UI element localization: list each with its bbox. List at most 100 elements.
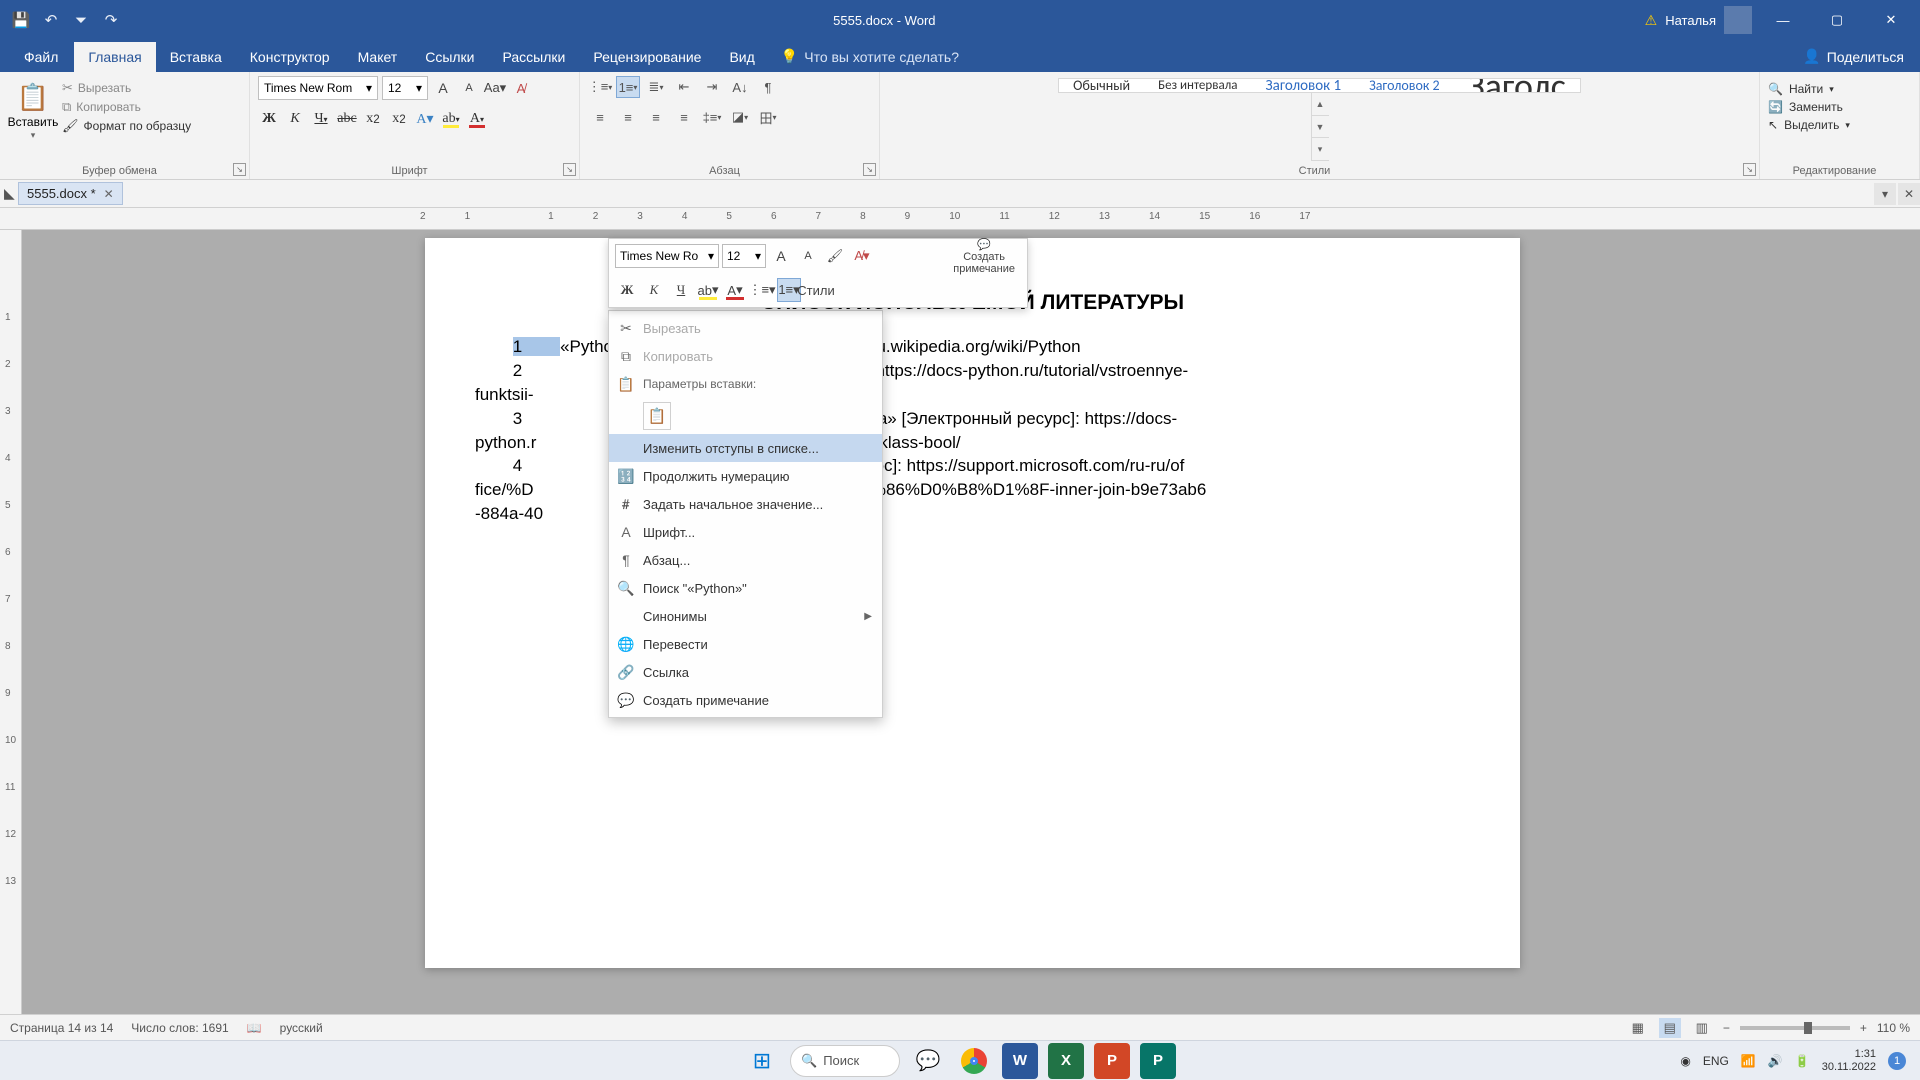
- sort-button[interactable]: A↓: [728, 76, 752, 98]
- styles-dialog-launcher[interactable]: ↘: [1743, 163, 1756, 176]
- bold-button[interactable]: Ж: [258, 108, 280, 130]
- view-web-layout[interactable]: ▥: [1691, 1018, 1713, 1038]
- mini-italic[interactable]: К: [642, 278, 666, 302]
- align-right-button[interactable]: ≡: [644, 106, 668, 128]
- copy-button[interactable]: ⧉Копировать: [62, 99, 191, 115]
- mini-clear-format[interactable]: A̸▾: [850, 244, 874, 268]
- taskbar-powerpoint[interactable]: P: [1094, 1043, 1130, 1079]
- highlight-button[interactable]: ab▾: [440, 108, 462, 130]
- cm-search[interactable]: 🔍Поиск "«Python»": [609, 574, 882, 602]
- cm-font[interactable]: AШрифт...: [609, 518, 882, 546]
- decrease-indent-button[interactable]: ⇤: [672, 76, 696, 98]
- style-heading1[interactable]: Заголовок 1: [1252, 79, 1356, 92]
- mini-format-painter[interactable]: 🖌: [823, 244, 847, 268]
- styles-gallery[interactable]: Обычный Без интервала Заголовок 1 Заголо…: [1058, 78, 1581, 93]
- mini-bullets[interactable]: ⋮≡▾: [750, 278, 774, 302]
- taskbar-search[interactable]: 🔍Поиск: [790, 1045, 900, 1077]
- styles-expand[interactable]: ▾: [1312, 138, 1329, 161]
- tabs-dropdown[interactable]: ▾: [1874, 183, 1896, 205]
- style-title[interactable]: Заголс: [1454, 79, 1580, 92]
- tab-home[interactable]: Главная: [74, 42, 155, 72]
- cut-button[interactable]: ✂Вырезать: [62, 80, 191, 96]
- status-page[interactable]: Страница 14 из 14: [10, 1021, 113, 1035]
- tabs-close[interactable]: ✕: [1898, 183, 1920, 205]
- italic-button[interactable]: К: [284, 108, 306, 130]
- paste-keep-formatting[interactable]: 📋: [643, 402, 671, 430]
- taskbar-excel[interactable]: X: [1048, 1043, 1084, 1079]
- status-language[interactable]: русский: [280, 1021, 323, 1035]
- styles-scroll-down[interactable]: ▼: [1312, 116, 1329, 139]
- zoom-in[interactable]: +: [1860, 1021, 1867, 1035]
- select-button[interactable]: ↖Выделить ▾: [1768, 118, 1911, 132]
- style-normal[interactable]: Обычный: [1059, 79, 1144, 92]
- paste-button[interactable]: 📋 Вставить ▾: [8, 76, 58, 141]
- mini-font-size[interactable]: 12▾: [722, 244, 766, 268]
- mini-highlight[interactable]: ab▾: [696, 278, 720, 302]
- user-name[interactable]: Наталья: [1665, 13, 1716, 28]
- numbering-button[interactable]: 1≡▾: [616, 76, 640, 98]
- close-button[interactable]: ✕: [1868, 0, 1914, 40]
- font-name-input[interactable]: Times New Rom▾: [258, 76, 378, 100]
- clipboard-dialog-launcher[interactable]: ↘: [233, 163, 246, 176]
- view-print-layout[interactable]: ▤: [1659, 1018, 1681, 1038]
- cm-new-comment[interactable]: 💬Создать примечание: [609, 686, 882, 714]
- tab-view[interactable]: Вид: [715, 42, 768, 72]
- styles-scroll-up[interactable]: ▲: [1312, 93, 1329, 116]
- mini-styles[interactable]: Стили: [804, 278, 828, 302]
- tray-wifi-icon[interactable]: 📶: [1741, 1054, 1756, 1068]
- paragraph-dialog-launcher[interactable]: ↘: [863, 163, 876, 176]
- warning-icon[interactable]: ⚠: [1645, 12, 1658, 29]
- underline-button[interactable]: Ч▾: [310, 108, 332, 130]
- mini-shrink-font[interactable]: A: [796, 244, 820, 268]
- document-tab-close[interactable]: ✕: [104, 187, 114, 201]
- mini-underline[interactable]: Ч: [669, 278, 693, 302]
- save-icon[interactable]: 💾: [8, 7, 34, 33]
- taskbar-chrome[interactable]: [956, 1043, 992, 1079]
- cm-synonyms[interactable]: Синонимы▶: [609, 602, 882, 630]
- start-button[interactable]: ⊞: [744, 1043, 780, 1079]
- font-dialog-launcher[interactable]: ↘: [563, 163, 576, 176]
- mini-new-comment[interactable]: 💬 Создать примечание: [947, 236, 1021, 277]
- undo-icon[interactable]: ↶: [38, 7, 64, 33]
- find-button[interactable]: 🔍Найти ▾: [1768, 82, 1911, 96]
- change-case-button[interactable]: Aa▾: [484, 77, 506, 99]
- justify-button[interactable]: ≡: [672, 106, 696, 128]
- tray-clock[interactable]: 1:31 30.11.2022: [1822, 1048, 1876, 1072]
- line-spacing-button[interactable]: ‡≡▾: [700, 106, 724, 128]
- tell-me-search[interactable]: 💡 Что вы хотите сделать?: [769, 41, 971, 72]
- borders-button[interactable]: 田▾: [756, 106, 780, 128]
- tab-design[interactable]: Конструктор: [236, 42, 344, 72]
- paste-dropdown-icon[interactable]: ▾: [31, 130, 36, 141]
- text-effects-button[interactable]: A▾: [414, 108, 436, 130]
- format-painter-button[interactable]: 🖌Формат по образцу: [62, 118, 191, 134]
- status-proofing-icon[interactable]: 📖: [247, 1021, 262, 1035]
- tab-references[interactable]: Ссылки: [411, 42, 488, 72]
- horizontal-ruler[interactable]: 211234567891011121314151617: [0, 208, 1920, 230]
- cm-adjust-list-indents[interactable]: Изменить отступы в списке...: [609, 434, 882, 462]
- cm-translate[interactable]: 🌐Перевести: [609, 630, 882, 658]
- replace-button[interactable]: 🔄Заменить: [1768, 100, 1911, 114]
- shrink-font-button[interactable]: A: [458, 77, 480, 99]
- bullets-button[interactable]: ⋮≡▾: [588, 76, 612, 98]
- font-size-input[interactable]: 12▾: [382, 76, 428, 100]
- align-left-button[interactable]: ≡: [588, 106, 612, 128]
- mini-bold[interactable]: Ж: [615, 278, 639, 302]
- tray-battery-icon[interactable]: 🔋: [1795, 1054, 1810, 1068]
- cm-link[interactable]: 🔗Ссылка: [609, 658, 882, 686]
- zoom-slider[interactable]: [1740, 1026, 1850, 1030]
- grow-font-button[interactable]: A: [432, 77, 454, 99]
- style-no-spacing[interactable]: Без интервала: [1144, 79, 1251, 92]
- avatar[interactable]: [1724, 6, 1752, 34]
- font-color-button[interactable]: A▾: [466, 108, 488, 130]
- tray-steam-icon[interactable]: ◉: [1680, 1054, 1690, 1068]
- share-button[interactable]: 👤 Поделиться: [1787, 41, 1920, 72]
- style-heading2[interactable]: Заголовок 2: [1355, 79, 1454, 92]
- maximize-button[interactable]: ▢: [1814, 0, 1860, 40]
- cm-continue-numbering[interactable]: 🔢Продолжить нумерацию: [609, 462, 882, 490]
- taskbar-publisher[interactable]: P: [1140, 1043, 1176, 1079]
- tab-mailings[interactable]: Рассылки: [489, 42, 580, 72]
- zoom-thumb[interactable]: [1804, 1022, 1812, 1034]
- cm-paragraph[interactable]: ¶Абзац...: [609, 546, 882, 574]
- align-center-button[interactable]: ≡: [616, 106, 640, 128]
- tray-volume-icon[interactable]: 🔊: [1768, 1054, 1783, 1068]
